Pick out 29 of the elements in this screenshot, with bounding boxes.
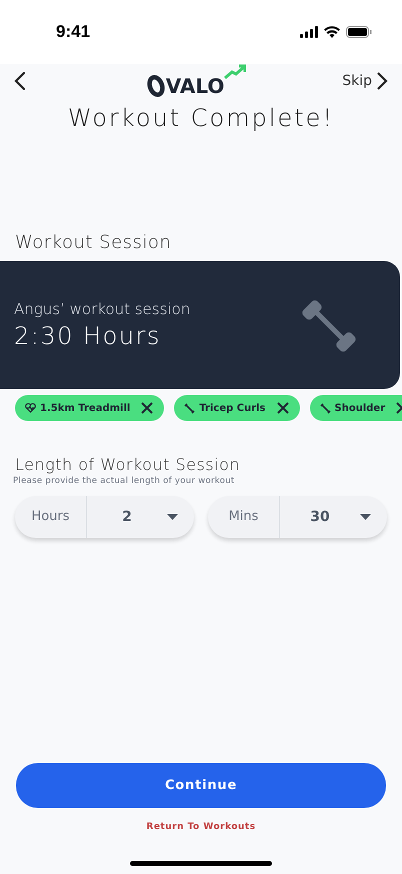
caret-icon: [360, 514, 371, 520]
logo-mark-icon: [146, 72, 166, 98]
caret-icon: [167, 514, 178, 520]
return-link[interactable]: Return To Workouts: [146, 822, 256, 832]
exercise-chip[interactable]: Tricep Curls: [174, 395, 300, 421]
page-title: Workout Complete!: [66, 104, 336, 132]
heart-pulse-icon: [25, 403, 36, 413]
section-heading: Length of Workout Session: [14, 455, 242, 474]
trend-arrow-icon: [224, 64, 246, 80]
exercise-chip[interactable]: 1.5km Treadmill: [15, 395, 164, 421]
dumbbell-icon: [184, 402, 196, 414]
signal-icon: [300, 26, 318, 38]
section-heading: Workout Session: [14, 232, 172, 253]
dumbbell-icon: [320, 402, 331, 414]
skip-button[interactable]: Skip: [342, 71, 388, 91]
chevron-right-icon: [376, 71, 388, 91]
back-button[interactable]: [14, 71, 26, 91]
continue-button[interactable]: Continue: [16, 763, 386, 808]
hint-text: Please provide the actual length of your workout: [12, 476, 236, 486]
session-owner: Angus’ workout session: [14, 300, 190, 318]
chevron-left-icon: [14, 71, 26, 91]
logo: VALO: [166, 74, 224, 98]
status-time: 9:41: [56, 22, 90, 42]
wifi-icon: [324, 26, 340, 38]
session-duration: 2:30 Hours: [14, 322, 162, 350]
battery-icon: [346, 26, 372, 38]
exercise-chip[interactable]: Shoulder: [310, 395, 402, 421]
duration-select[interactable]: Mins 30: [208, 496, 387, 538]
duration-select[interactable]: Hours 2: [15, 496, 194, 538]
